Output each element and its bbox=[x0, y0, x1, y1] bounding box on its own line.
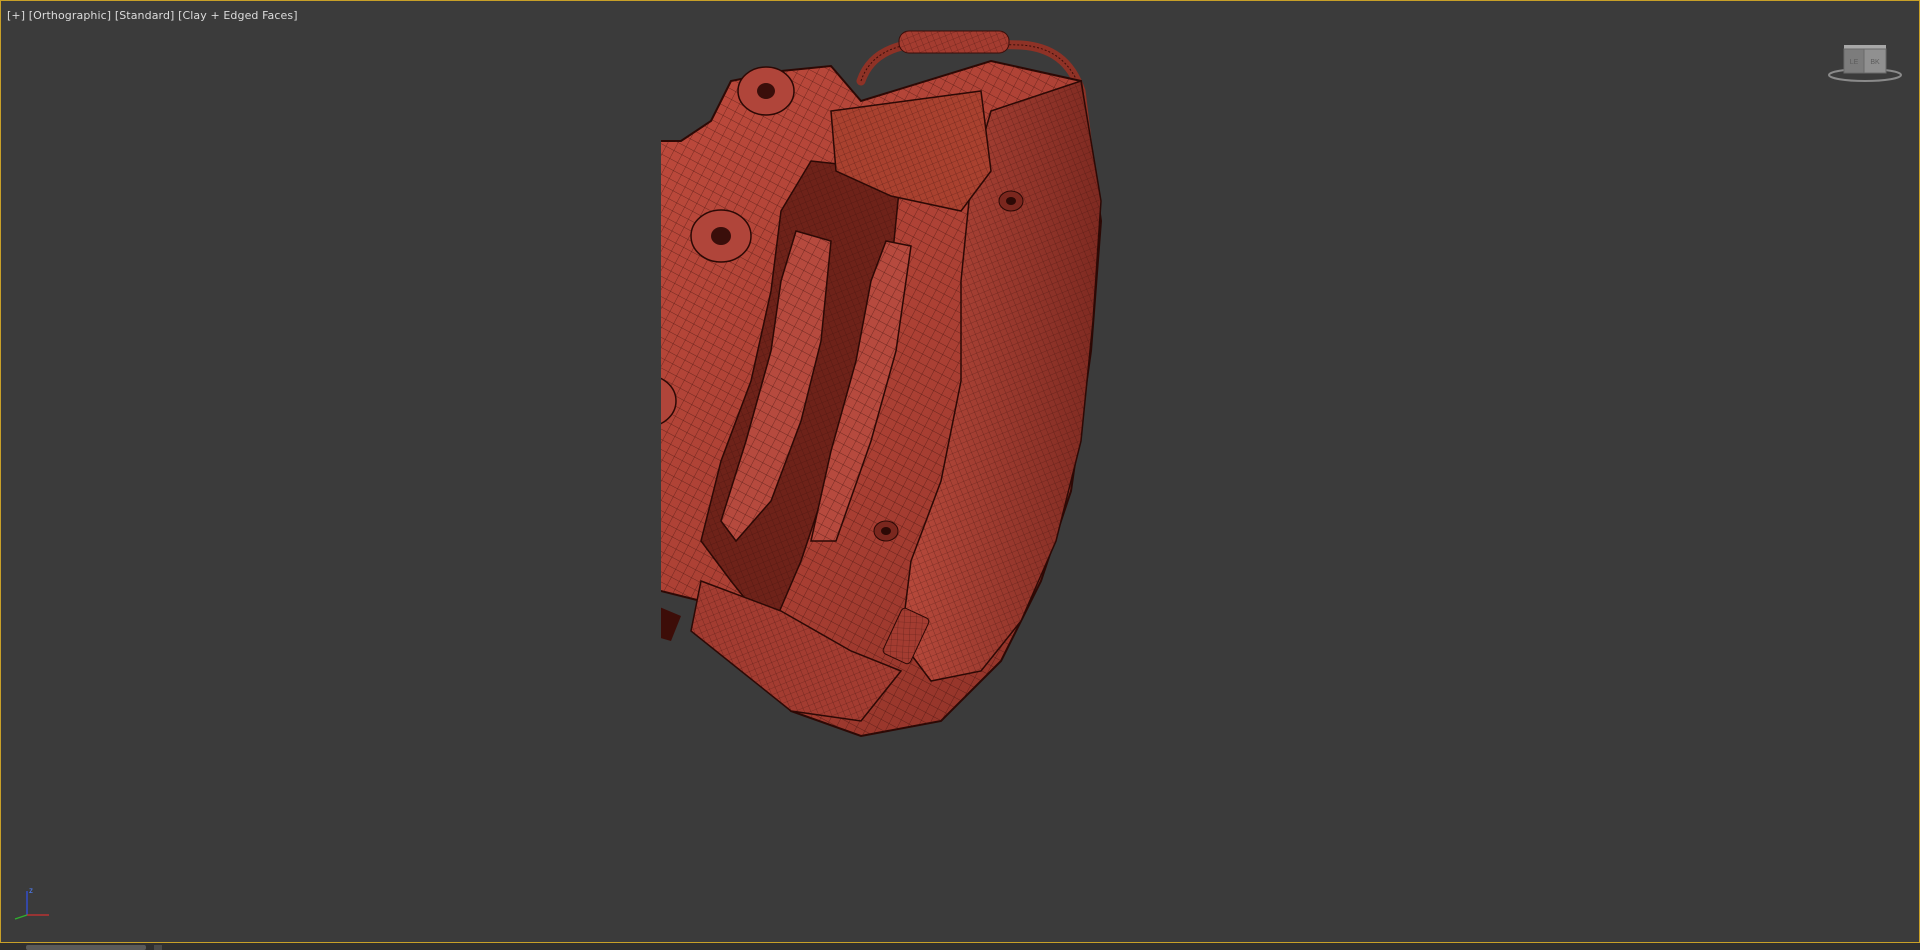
viewcube-face-right-label: BK bbox=[1870, 59, 1880, 66]
y-axis-line bbox=[14, 914, 28, 920]
viewcube-face-left-label: LE bbox=[1850, 59, 1859, 66]
viewcube[interactable]: LE BK bbox=[1826, 39, 1904, 87]
viewport-plus-menu[interactable]: [+] bbox=[7, 9, 25, 22]
viewport-label-menu[interactable]: [+] [Orthographic] [Standard] [Clay + Ed… bbox=[7, 9, 298, 22]
caliper-model[interactable] bbox=[539, 21, 1361, 921]
axis-tripod: z bbox=[7, 885, 53, 921]
z-axis-label: z bbox=[29, 886, 33, 895]
viewport-bottom-strip bbox=[0, 943, 1920, 950]
time-slider-notch[interactable] bbox=[154, 945, 162, 950]
viewport-view-menu[interactable]: [Orthographic] bbox=[29, 9, 111, 22]
perspective-viewport[interactable]: [+] [Orthographic] [Standard] [Clay + Ed… bbox=[0, 0, 1920, 943]
time-slider-thumb[interactable] bbox=[26, 945, 146, 950]
viewcube-top-face bbox=[1844, 45, 1886, 49]
viewport-style-menu[interactable]: [Clay + Edged Faces] bbox=[178, 9, 298, 22]
viewport-shading-menu[interactable]: [Standard] bbox=[115, 9, 175, 22]
